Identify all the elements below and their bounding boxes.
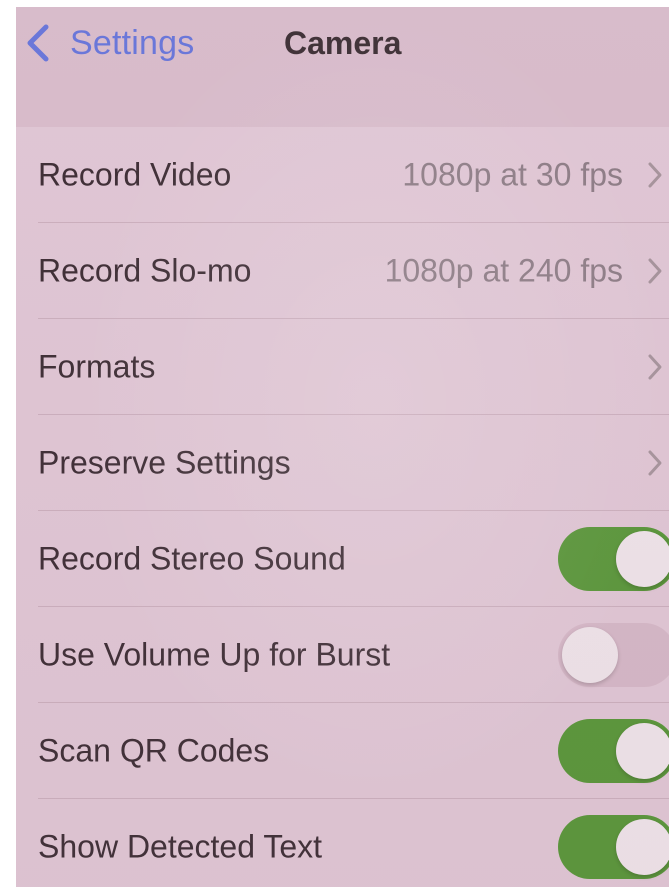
show-detected-text-toggle[interactable] (558, 815, 669, 879)
setting-row-volume-up-burst: Use Volume Up for Burst (16, 607, 669, 703)
setting-value: 1080p at 240 fps (384, 252, 623, 289)
setting-label: Preserve Settings (38, 444, 291, 481)
volume-up-burst-toggle[interactable] (558, 623, 669, 687)
setting-label: Show Detected Text (38, 828, 323, 865)
scan-qr-codes-toggle[interactable] (558, 719, 669, 783)
toggle-knob (616, 819, 669, 875)
setting-label: Record Video (38, 156, 232, 193)
setting-row-show-detected-text: Show Detected Text (16, 799, 669, 887)
record-stereo-sound-toggle[interactable] (558, 527, 669, 591)
chevron-right-icon (648, 450, 662, 476)
setting-value: 1080p at 30 fps (402, 156, 623, 193)
setting-label: Record Stereo Sound (38, 540, 346, 577)
setting-row-scan-qr-codes: Scan QR Codes (16, 703, 669, 799)
settings-list: Record Video 1080p at 30 fps Record Slo-… (16, 127, 669, 887)
setting-label: Record Slo-mo (38, 252, 252, 289)
setting-label: Use Volume Up for Burst (38, 636, 391, 673)
setting-label: Formats (38, 348, 156, 385)
camera-settings-screen: Settings Camera Record Video 1080p at 30… (16, 7, 669, 887)
toggle-knob (616, 531, 669, 587)
setting-label: Scan QR Codes (38, 732, 270, 769)
chevron-right-icon (648, 354, 662, 380)
setting-row-record-video[interactable]: Record Video 1080p at 30 fps (16, 127, 669, 223)
toggle-knob (616, 723, 669, 779)
chevron-left-icon (27, 24, 49, 62)
setting-row-record-slo-mo[interactable]: Record Slo-mo 1080p at 240 fps (16, 223, 669, 319)
setting-row-formats[interactable]: Formats (16, 319, 669, 415)
toggle-knob (562, 627, 618, 683)
back-button[interactable]: Settings (22, 21, 194, 65)
navigation-bar: Settings Camera (16, 7, 669, 127)
back-button-label: Settings (70, 23, 195, 62)
setting-row-preserve-settings[interactable]: Preserve Settings (16, 415, 669, 511)
setting-row-record-stereo-sound: Record Stereo Sound (16, 511, 669, 607)
chevron-right-icon (648, 258, 662, 284)
chevron-right-icon (648, 162, 662, 188)
page-title: Camera (284, 25, 402, 61)
